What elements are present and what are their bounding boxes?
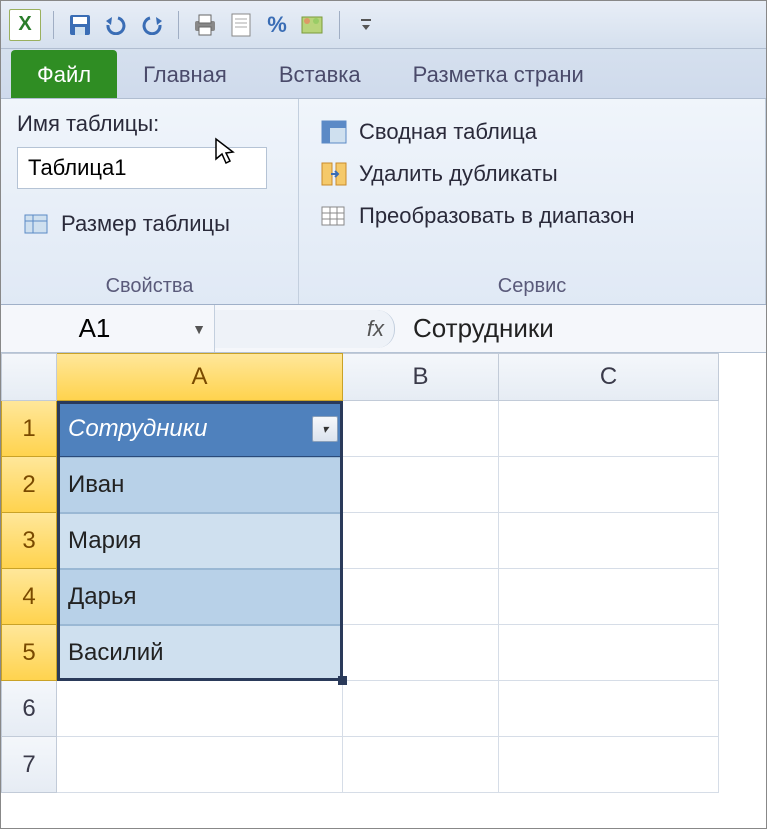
ribbon-tabs: Файл Главная Вставка Разметка страни: [1, 49, 766, 99]
quick-access-toolbar: X %: [1, 1, 766, 49]
preview-button[interactable]: [227, 11, 255, 39]
formula-buttons: fx: [215, 310, 395, 348]
cell-B5[interactable]: [343, 625, 499, 681]
qat-separator: [339, 11, 340, 39]
ribbon: Имя таблицы: Размер таблицы Свойства Сво…: [1, 99, 766, 305]
name-box-dropdown-icon[interactable]: ▼: [192, 321, 206, 337]
column-header-B[interactable]: B: [343, 353, 499, 401]
select-all-corner[interactable]: [1, 353, 57, 401]
column-header-C[interactable]: C: [499, 353, 719, 401]
ribbon-group-tools: Сводная таблица Удалить дубликаты Преобр…: [299, 99, 766, 304]
remove-duplicates-button[interactable]: Удалить дубликаты: [315, 153, 749, 195]
pivot-table-icon: [319, 117, 349, 147]
tab-home[interactable]: Главная: [117, 50, 253, 98]
filter-dropdown-button[interactable]: ▾: [312, 416, 338, 442]
convert-to-range-label: Преобразовать в диапазон: [359, 203, 635, 229]
cell-A5[interactable]: Василий: [57, 625, 343, 681]
undo-icon: [104, 15, 128, 35]
fill-handle[interactable]: [338, 676, 347, 685]
group-label-properties: Свойства: [17, 269, 282, 300]
resize-table-button[interactable]: Размер таблицы: [17, 203, 282, 245]
percent-icon: %: [267, 12, 287, 38]
row-header-7[interactable]: 7: [1, 737, 57, 793]
table-name-label: Имя таблицы:: [17, 111, 282, 137]
formula-area: fx: [215, 305, 766, 352]
ribbon-group-properties: Имя таблицы: Размер таблицы Свойства: [1, 99, 299, 304]
customize-icon: [359, 17, 373, 33]
tab-insert[interactable]: Вставка: [253, 50, 387, 98]
row-header-2[interactable]: 2: [1, 457, 57, 513]
row-header-4[interactable]: 4: [1, 569, 57, 625]
save-button[interactable]: [66, 11, 94, 39]
row-header-1[interactable]: 1: [1, 401, 57, 457]
group-label-tools: Сервис: [315, 269, 749, 300]
cell-B7[interactable]: [343, 737, 499, 793]
spellcheck-button[interactable]: [299, 11, 327, 39]
fx-icon[interactable]: fx: [367, 316, 384, 342]
cell-C3[interactable]: [499, 513, 719, 569]
resize-table-icon: [21, 209, 51, 239]
column-header-A[interactable]: A: [57, 353, 343, 401]
pivot-table-label: Сводная таблица: [359, 119, 537, 145]
cell-C4[interactable]: [499, 569, 719, 625]
document-icon: [230, 12, 252, 38]
save-icon: [68, 13, 92, 37]
table-name-input[interactable]: [17, 147, 267, 189]
qat-customize-button[interactable]: [352, 11, 380, 39]
cell-A2[interactable]: Иван: [57, 457, 343, 513]
cell-A3[interactable]: Мария: [57, 513, 343, 569]
cell-A7[interactable]: [57, 737, 343, 793]
percent-button[interactable]: %: [263, 11, 291, 39]
cell-A4[interactable]: Дарья: [57, 569, 343, 625]
cell-C1[interactable]: [499, 401, 719, 457]
formula-input[interactable]: [395, 309, 766, 348]
qat-separator: [53, 11, 54, 39]
cell-C5[interactable]: [499, 625, 719, 681]
resize-table-label: Размер таблицы: [61, 211, 230, 237]
excel-logo-icon: X: [9, 9, 41, 41]
row-header-3[interactable]: 3: [1, 513, 57, 569]
cell-A1[interactable]: Сотрудники▾: [57, 401, 343, 457]
tab-file[interactable]: Файл: [11, 50, 117, 98]
convert-to-range-button[interactable]: Преобразовать в диапазон: [315, 195, 749, 237]
cell-B4[interactable]: [343, 569, 499, 625]
row-headers: 1234567: [1, 401, 57, 793]
cell-C7[interactable]: [499, 737, 719, 793]
print-icon: [192, 13, 218, 37]
redo-icon: [140, 15, 164, 35]
cell-B1[interactable]: [343, 401, 499, 457]
cell-B2[interactable]: [343, 457, 499, 513]
qat-separator: [178, 11, 179, 39]
cell-B3[interactable]: [343, 513, 499, 569]
pivot-table-button[interactable]: Сводная таблица: [315, 111, 749, 153]
formula-bar: A1 ▼ fx: [1, 305, 766, 353]
remove-duplicates-icon: [319, 159, 349, 189]
redo-button[interactable]: [138, 11, 166, 39]
print-button[interactable]: [191, 11, 219, 39]
name-box[interactable]: A1 ▼: [1, 305, 215, 352]
row-header-6[interactable]: 6: [1, 681, 57, 737]
column-headers: ABC: [57, 353, 766, 401]
spreadsheet-grid: ABC 1234567 Сотрудники▾ИванМарияДарьяВас…: [1, 353, 766, 793]
cell-C2[interactable]: [499, 457, 719, 513]
name-box-value: A1: [79, 313, 111, 344]
cell-A6[interactable]: [57, 681, 343, 737]
remove-duplicates-label: Удалить дубликаты: [359, 161, 558, 187]
convert-to-range-icon: [319, 201, 349, 231]
row-header-5[interactable]: 5: [1, 625, 57, 681]
cell-C6[interactable]: [499, 681, 719, 737]
cell-B6[interactable]: [343, 681, 499, 737]
tab-page-layout[interactable]: Разметка страни: [387, 50, 610, 98]
undo-button[interactable]: [102, 11, 130, 39]
spellcheck-icon: [300, 13, 326, 37]
cells-area: Сотрудники▾ИванМарияДарьяВасилий: [57, 401, 719, 793]
